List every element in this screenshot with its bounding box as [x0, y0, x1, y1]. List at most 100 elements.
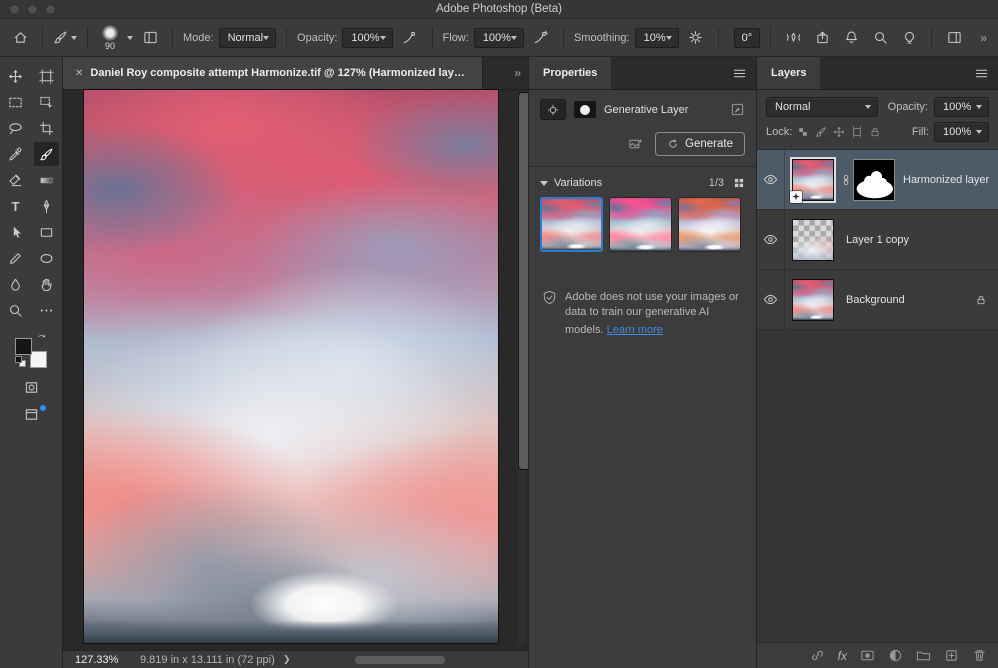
- link-layers-icon[interactable]: [810, 648, 825, 663]
- tool-rectangular-marquee[interactable]: [0, 90, 31, 114]
- mask-link-icon[interactable]: [838, 174, 853, 186]
- pin-button[interactable]: [540, 99, 566, 120]
- layer-style-icon[interactable]: fx: [838, 649, 847, 663]
- window-controls[interactable]: [9, 4, 56, 15]
- export-button[interactable]: [810, 25, 834, 51]
- workspace-switcher-button[interactable]: [942, 25, 966, 51]
- layer-thumbnail[interactable]: [790, 158, 834, 203]
- tool-path-selection[interactable]: [0, 220, 31, 244]
- close-window-button[interactable]: [9, 4, 20, 15]
- zoom-window-button[interactable]: [45, 4, 56, 15]
- delete-layer-icon[interactable]: [972, 648, 987, 663]
- tool-artboard[interactable]: [31, 64, 62, 88]
- ellipsis-icon: [40, 308, 53, 312]
- layers-opacity-dropdown[interactable]: 100%: [934, 97, 989, 117]
- lock-position-icon[interactable]: [833, 126, 845, 138]
- tool-move[interactable]: [0, 64, 31, 88]
- tool-preset-button[interactable]: [53, 25, 77, 51]
- tool-gradient[interactable]: [31, 168, 62, 192]
- opacity-dropdown[interactable]: 100%: [342, 27, 393, 48]
- vertical-scrollbar[interactable]: [517, 92, 560, 646]
- new-layer-icon[interactable]: [944, 648, 959, 663]
- tab-properties[interactable]: Properties: [529, 57, 612, 89]
- reference-image-button[interactable]: [628, 137, 643, 152]
- tool-zoom[interactable]: [0, 298, 31, 322]
- lock-all-icon[interactable]: [869, 126, 881, 138]
- size-pressure-button[interactable]: [781, 25, 805, 51]
- tool-hand[interactable]: [31, 272, 62, 296]
- document-tab[interactable]: ✕ Daniel Roy composite attempt Harmonize…: [63, 57, 483, 89]
- notifications-button[interactable]: [839, 25, 863, 51]
- layer-row-background[interactable]: Background: [757, 270, 998, 330]
- discover-button[interactable]: [897, 25, 921, 51]
- status-options-chevron[interactable]: ❯: [283, 654, 291, 665]
- smoothing-dropdown[interactable]: 10%: [634, 27, 679, 48]
- options-overflow-button[interactable]: »: [971, 25, 995, 51]
- background-lock-badge[interactable]: [975, 294, 987, 306]
- tool-pen[interactable]: [31, 194, 62, 218]
- properties-panel-menu-button[interactable]: [732, 57, 756, 89]
- properties-options-button[interactable]: [730, 102, 745, 117]
- lock-artboard-icon[interactable]: [851, 126, 863, 138]
- tool-crop[interactable]: [31, 116, 62, 140]
- canvas-image[interactable]: [84, 90, 498, 643]
- layer-thumbnail[interactable]: [792, 278, 834, 321]
- new-group-icon[interactable]: [916, 648, 931, 663]
- blend-mode-dropdown[interactable]: Normal: [218, 27, 277, 48]
- fill-dropdown[interactable]: 100%: [934, 122, 989, 142]
- brush-size-picker[interactable]: 90: [98, 24, 122, 51]
- zoom-level-field[interactable]: 127.33%: [75, 654, 118, 666]
- tool-brush[interactable]: [34, 142, 59, 166]
- tool-rectangle[interactable]: [31, 220, 62, 244]
- tool-blur[interactable]: [0, 272, 31, 296]
- visibility-toggle[interactable]: [757, 150, 785, 209]
- tool-eyedropper[interactable]: [0, 142, 31, 166]
- screen-mode-button[interactable]: [0, 405, 62, 422]
- variation-1-thumbnail[interactable]: [540, 197, 603, 252]
- opacity-pressure-button[interactable]: [398, 25, 422, 51]
- grid-view-icon[interactable]: [733, 177, 745, 189]
- foreground-color-swatch[interactable]: [15, 338, 32, 355]
- tab-layers[interactable]: Layers: [757, 57, 821, 89]
- layer-thumbnail[interactable]: [792, 218, 834, 261]
- variation-3-thumbnail[interactable]: [678, 197, 741, 252]
- airbrush-button[interactable]: [529, 25, 553, 51]
- layers-blend-mode-dropdown[interactable]: Normal: [766, 97, 878, 117]
- close-tab-icon[interactable]: ✕: [75, 68, 83, 79]
- swap-colors-button[interactable]: [37, 333, 47, 343]
- lock-transparency-icon[interactable]: [797, 126, 809, 138]
- visibility-toggle[interactable]: [757, 210, 785, 269]
- tool-ellipse[interactable]: [31, 246, 62, 270]
- layer-row-layer1-copy[interactable]: Layer 1 copy: [757, 210, 998, 270]
- layer-mask-thumbnail[interactable]: [853, 158, 895, 201]
- brush-angle-field[interactable]: 0°: [733, 27, 761, 48]
- quick-mask-button[interactable]: [0, 380, 62, 395]
- minimize-window-button[interactable]: [27, 4, 38, 15]
- flow-dropdown[interactable]: 100%: [473, 27, 524, 48]
- background-color-swatch[interactable]: [30, 351, 47, 368]
- generate-button[interactable]: Generate: [655, 132, 745, 156]
- search-button[interactable]: [868, 25, 892, 51]
- layers-panel-menu-button[interactable]: [974, 57, 998, 89]
- learn-more-link[interactable]: Learn more: [607, 323, 663, 338]
- horizontal-scrollbar-thumb[interactable]: [355, 656, 445, 664]
- tool-more[interactable]: [31, 298, 62, 322]
- adjustment-layer-icon[interactable]: [888, 648, 903, 663]
- tool-eraser[interactable]: [0, 168, 31, 192]
- pen-icon: [43, 199, 50, 213]
- layer-row-harmonized[interactable]: Harmonized layer: [757, 150, 998, 210]
- collapse-chevron-icon[interactable]: [540, 180, 548, 186]
- default-colors-button[interactable]: [15, 356, 26, 367]
- visibility-toggle[interactable]: [757, 270, 785, 329]
- home-button[interactable]: [8, 25, 32, 51]
- brush-settings-panel-button[interactable]: [138, 25, 162, 51]
- lock-pixels-icon[interactable]: [815, 126, 827, 138]
- tool-pencil[interactable]: [0, 246, 31, 270]
- tab-overflow-button[interactable]: »: [514, 57, 528, 89]
- tool-type[interactable]: T: [0, 194, 31, 218]
- variation-2-thumbnail[interactable]: [609, 197, 672, 252]
- tool-object-selection[interactable]: [31, 90, 62, 114]
- smoothing-options-button[interactable]: [684, 25, 708, 51]
- tool-lasso[interactable]: [0, 116, 31, 140]
- add-mask-icon[interactable]: [860, 648, 875, 663]
